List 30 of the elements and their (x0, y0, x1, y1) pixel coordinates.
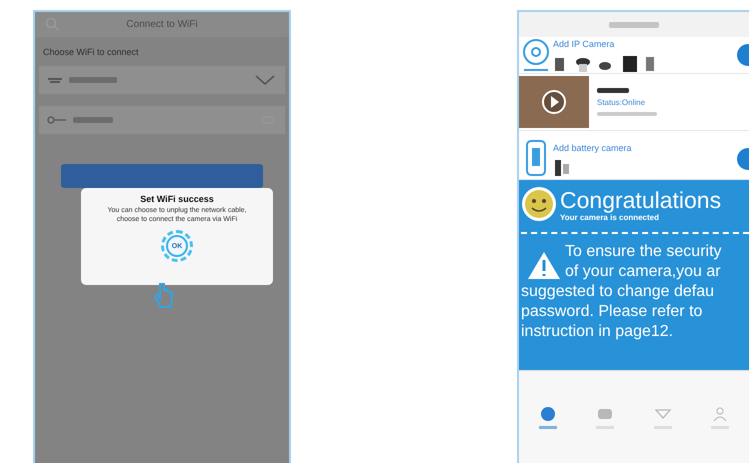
screen-title: Connect to WiFi (126, 19, 198, 30)
password-field[interactable] (39, 106, 285, 134)
key-icon (47, 116, 67, 124)
banner-title: Congratulations (560, 186, 722, 212)
add-camera-label: Add battery camera (553, 142, 632, 152)
banner-subtitle: Your camera is connected (560, 212, 659, 222)
warning-text: suggested to change defau password. Please refer to instruction in page12. (521, 282, 716, 342)
blurred-text (609, 22, 659, 28)
wifi-select-field[interactable] (39, 66, 285, 94)
blurred-text (597, 112, 657, 116)
warning-icon (527, 250, 561, 280)
blurred-text (69, 77, 117, 83)
camera-status: Status:Online (597, 98, 646, 107)
add-button[interactable] (737, 148, 749, 170)
list-row[interactable]: Add IP Camera (519, 37, 749, 74)
smiley-icon (521, 186, 557, 222)
tab-icon (711, 405, 730, 423)
list-row[interactable]: Status:Online (519, 74, 749, 131)
chevron-down-icon (255, 75, 275, 85)
add-button[interactable] (737, 44, 749, 66)
prompt-text: Choose WiFi to connect (42, 46, 140, 59)
blurred-text (73, 117, 113, 123)
blurred-text (597, 88, 629, 93)
play-icon (541, 89, 567, 115)
wifi-icon (47, 75, 63, 85)
warning-text: To ensure the security of your camera,you ar (565, 242, 722, 282)
dialog-title: Set WiFi success (140, 194, 214, 204)
tab-icon (538, 405, 557, 423)
add-camera-label: Add IP Camera (553, 38, 616, 48)
confirm-button[interactable] (61, 164, 263, 188)
